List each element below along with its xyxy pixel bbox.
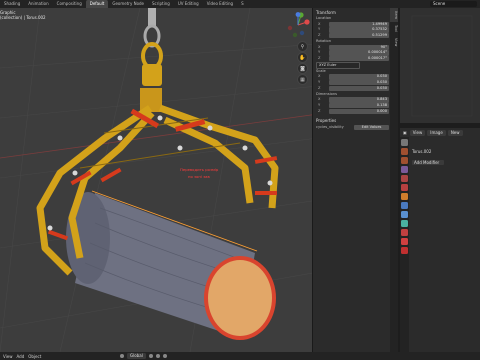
workspace-tab[interactable]: Shading bbox=[0, 0, 24, 8]
axis-gizmo[interactable] bbox=[285, 12, 311, 38]
axis-label: Y bbox=[318, 50, 321, 55]
editor-header: ▣ View Image New bbox=[400, 128, 480, 137]
axis-label: Y bbox=[318, 27, 321, 32]
output-icon[interactable] bbox=[401, 157, 408, 164]
annotation-text-2: по зоні зав bbox=[188, 174, 210, 179]
rotation-z-field[interactable]: 0.000017° bbox=[329, 56, 389, 62]
properties-tabs bbox=[400, 137, 409, 352]
constraints-icon[interactable] bbox=[401, 229, 408, 236]
sidebar-tabs: Item Tool View bbox=[390, 8, 398, 352]
add-modifier-button[interactable]: Add Modifier bbox=[412, 160, 444, 165]
image-editor-area[interactable] bbox=[400, 8, 480, 123]
axis-label: X bbox=[318, 74, 321, 79]
sidebar-n-panel: Transform Location X 1.49949 Y 0.37532 Z 0.… bbox=[312, 8, 391, 352]
particles-icon[interactable] bbox=[401, 211, 408, 218]
workspace-tab[interactable]: UV Editing bbox=[174, 0, 203, 8]
object-icon[interactable] bbox=[401, 193, 408, 200]
rotation-y-field[interactable]: 0.000014° bbox=[329, 50, 389, 56]
workspace-tab[interactable]: Geometry Node bbox=[108, 0, 148, 8]
pan-hand-icon[interactable]: ✋ bbox=[297, 52, 308, 63]
crane-hook bbox=[140, 8, 163, 112]
log-cylinder bbox=[66, 192, 276, 340]
workspace-tab-active[interactable]: Default bbox=[85, 0, 109, 8]
view-menu-bottom[interactable]: View bbox=[3, 354, 13, 359]
scale-label: Scale bbox=[316, 68, 326, 73]
render-icon[interactable] bbox=[401, 148, 408, 155]
grid-icon[interactable]: ▦ bbox=[297, 74, 308, 85]
new-image-button[interactable]: New bbox=[447, 129, 463, 136]
status-bar: View Add Object bbox=[0, 352, 480, 360]
axis-label: Z bbox=[318, 56, 321, 61]
axis-label: Y bbox=[318, 103, 321, 108]
scene-icon[interactable] bbox=[401, 175, 408, 182]
scene-selector[interactable]: Scene bbox=[430, 1, 477, 7]
orientation-dropdown[interactable]: Global bbox=[127, 353, 146, 359]
object-menu-bottom[interactable]: Object bbox=[28, 354, 41, 359]
world-icon[interactable] bbox=[401, 184, 408, 191]
empty-grid bbox=[411, 15, 473, 117]
tab-view[interactable]: View bbox=[390, 35, 398, 49]
edit-values-button[interactable]: Edit Values bbox=[354, 124, 389, 130]
proportional-edit-icon[interactable] bbox=[162, 354, 167, 358]
location-z-field[interactable]: 0.51299 bbox=[329, 33, 389, 39]
workspace-tab[interactable]: Scripting bbox=[148, 0, 174, 8]
location-y-field[interactable]: 0.37532 bbox=[329, 27, 389, 33]
axis-label: Z bbox=[318, 86, 321, 91]
object-name-field[interactable]: Torus.002 bbox=[412, 149, 480, 154]
rotation-label: Rotation bbox=[316, 38, 332, 43]
axis-label: X bbox=[318, 44, 321, 49]
rotation-x-field[interactable]: 90° bbox=[329, 44, 389, 50]
dimensions-label: Dimensions bbox=[316, 91, 337, 96]
axis-label: Z bbox=[318, 33, 321, 38]
tool-icon[interactable] bbox=[401, 139, 408, 146]
properties-header[interactable]: Properties bbox=[316, 118, 389, 124]
axis-label: Z bbox=[318, 108, 321, 113]
viewport-info: Graphic (collection) | Torus.002 bbox=[0, 10, 46, 20]
physics-icon[interactable] bbox=[401, 220, 408, 227]
axis-label: X bbox=[318, 21, 321, 26]
tab-item[interactable]: Item bbox=[390, 8, 398, 22]
workspace-tab[interactable]: Animation bbox=[24, 0, 52, 8]
properties-editor: Torus.002 Add Modifier bbox=[400, 137, 480, 352]
transform-orientation-icon[interactable] bbox=[120, 354, 124, 358]
image-menu[interactable]: Image bbox=[427, 129, 446, 136]
axis-label: Y bbox=[318, 80, 321, 85]
scale-z-field[interactable]: 0.030 bbox=[329, 86, 389, 92]
dimension-y-field[interactable]: 0.138 bbox=[329, 103, 389, 109]
snap-icon[interactable] bbox=[155, 354, 160, 358]
annotation-text-1: Переводить розмір bbox=[180, 167, 219, 172]
axis-label: X bbox=[318, 97, 321, 102]
location-label: Location bbox=[316, 16, 332, 20]
view-menu[interactable]: View bbox=[409, 129, 426, 136]
viewport-object-text: (collection) | Torus.002 bbox=[0, 15, 46, 20]
add-menu-bottom[interactable]: Add bbox=[17, 354, 25, 359]
rotation-mode-dropdown[interactable]: XYZ Euler bbox=[316, 61, 360, 69]
pivot-icon[interactable] bbox=[148, 354, 153, 358]
workspace-tab[interactable]: Compositing bbox=[53, 0, 86, 8]
custom-prop-name: cycles_visibility bbox=[316, 124, 344, 129]
viewport-tools-bar: Global bbox=[120, 352, 167, 360]
workspace-tab[interactable]: Video Editing bbox=[203, 0, 237, 8]
view-layer-icon[interactable] bbox=[401, 166, 408, 173]
editor-type-icon[interactable]: ▣ bbox=[403, 130, 407, 135]
zoom-icon[interactable]: ⚲ bbox=[297, 41, 308, 52]
camera-icon[interactable]: ◙ bbox=[297, 63, 308, 74]
tab-tool[interactable]: Tool bbox=[390, 22, 398, 35]
scale-y-field[interactable]: 0.030 bbox=[329, 80, 389, 86]
workspace-tab[interactable]: S bbox=[237, 0, 248, 8]
dimension-z-field[interactable]: 0.000 bbox=[329, 108, 389, 115]
dimension-x-field[interactable]: 0.843 bbox=[329, 97, 389, 103]
modifier-wrench-icon[interactable] bbox=[401, 202, 408, 209]
material-icon[interactable] bbox=[401, 247, 408, 254]
location-x-field[interactable]: 1.49949 bbox=[329, 21, 389, 27]
scale-x-field[interactable]: 0.030 bbox=[329, 74, 389, 80]
data-icon[interactable] bbox=[401, 238, 408, 245]
